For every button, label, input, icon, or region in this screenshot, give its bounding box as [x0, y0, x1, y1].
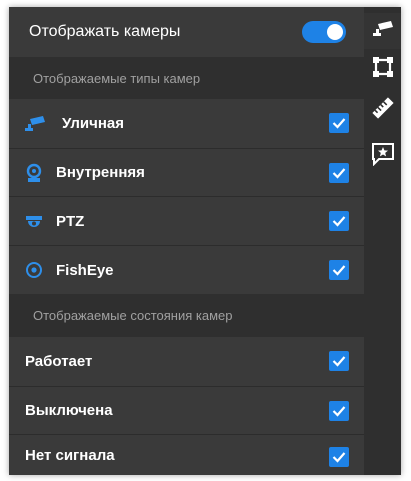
camera-types-section-title: Отображаемые типы камер	[33, 70, 201, 86]
fisheye-camera-icon	[23, 260, 45, 280]
state-checkbox-off[interactable]	[329, 401, 349, 421]
show-cameras-toggle[interactable]	[302, 21, 346, 43]
state-row-working[interactable]: Работает	[9, 337, 364, 387]
sidebar-camera-button[interactable]	[364, 13, 401, 49]
camera-display-settings-window: Отображать камеры Отображаемые типы каме…	[9, 7, 401, 475]
type-row-fisheye[interactable]: FishEye	[9, 246, 364, 294]
camera-types-section-header: Отображаемые типы камер	[9, 57, 364, 99]
camera-states-section-title: Отображаемые состояния камер	[33, 308, 233, 323]
polygon-select-icon	[371, 55, 395, 84]
toggle-knob	[327, 24, 343, 40]
type-label-outdoor: Уличная	[62, 115, 124, 132]
state-row-off[interactable]: Выключена	[9, 387, 364, 435]
camera-states-section-header: Отображаемые состояния камер	[9, 294, 364, 337]
state-label-working: Работает	[25, 353, 93, 370]
type-row-ptz[interactable]: PTZ	[9, 197, 364, 246]
ptz-camera-icon	[23, 212, 45, 232]
type-checkbox-indoor[interactable]	[329, 163, 349, 183]
tool-sidebar	[364, 7, 401, 475]
type-checkbox-ptz[interactable]	[329, 211, 349, 231]
sidebar-polygon-button[interactable]	[364, 51, 401, 87]
type-row-indoor[interactable]: Внутренняя	[9, 149, 364, 197]
outdoor-camera-icon	[24, 114, 46, 134]
ruler-icon	[371, 96, 395, 125]
indoor-camera-icon	[23, 163, 45, 183]
type-label-fisheye: FishEye	[56, 261, 114, 279]
type-checkbox-fisheye[interactable]	[329, 260, 349, 280]
type-row-outdoor[interactable]: Уличная	[9, 99, 364, 149]
type-checkbox-outdoor[interactable]	[329, 113, 349, 133]
state-row-no-signal[interactable]: Нет сигнала	[9, 435, 364, 475]
state-label-off: Выключена	[25, 402, 113, 419]
star-comment-icon	[371, 142, 395, 171]
state-checkbox-working[interactable]	[329, 351, 349, 371]
sidebar-ruler-button[interactable]	[364, 92, 401, 128]
state-label-no-signal: Нет сигнала	[25, 446, 115, 464]
sidebar-annotation-button[interactable]	[364, 138, 401, 174]
settings-panel: Отображать камеры Отображаемые типы каме…	[9, 7, 364, 475]
state-checkbox-no-signal[interactable]	[329, 447, 349, 467]
camera-icon	[372, 20, 394, 43]
show-cameras-row: Отображать камеры	[9, 7, 364, 57]
type-label-ptz: PTZ	[56, 212, 85, 230]
type-label-indoor: Внутренняя	[56, 164, 145, 181]
show-cameras-label: Отображать камеры	[29, 23, 181, 40]
